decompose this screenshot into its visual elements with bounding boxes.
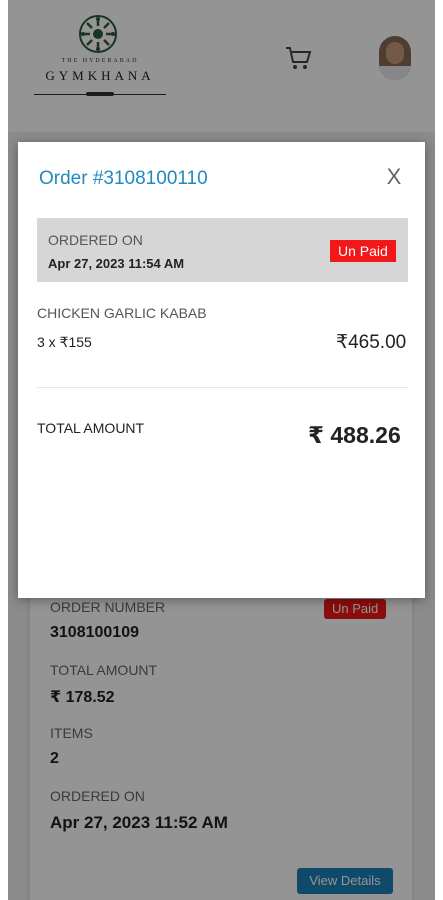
total-amount-label: TOTAL AMOUNT — [37, 420, 145, 436]
item-quantity: 3 x ₹155 — [37, 334, 92, 350]
modal-title: Order #3108100110 — [39, 168, 208, 189]
app-frame: THE HYDERABAD GYMKHANA ORDER NUMBER Un P… — [8, 0, 435, 900]
ordered-on-date: Apr 27, 2023 11:54 AM — [48, 256, 185, 271]
close-icon[interactable]: X — [382, 166, 406, 190]
order-info-box: ORDERED ON Apr 27, 2023 11:54 AM Un Paid — [37, 218, 408, 282]
item-price: ₹465.00 — [336, 332, 407, 353]
ordered-on-label: ORDERED ON — [48, 232, 143, 248]
divider — [37, 387, 408, 388]
status-badge: Un Paid — [330, 240, 396, 262]
order-details-modal: Order #3108100110 X ORDERED ON Apr 27, 2… — [18, 142, 425, 598]
total-amount: ₹ 488.26 — [308, 422, 401, 448]
item-name: CHICKEN GARLIC KABAB — [37, 305, 207, 321]
